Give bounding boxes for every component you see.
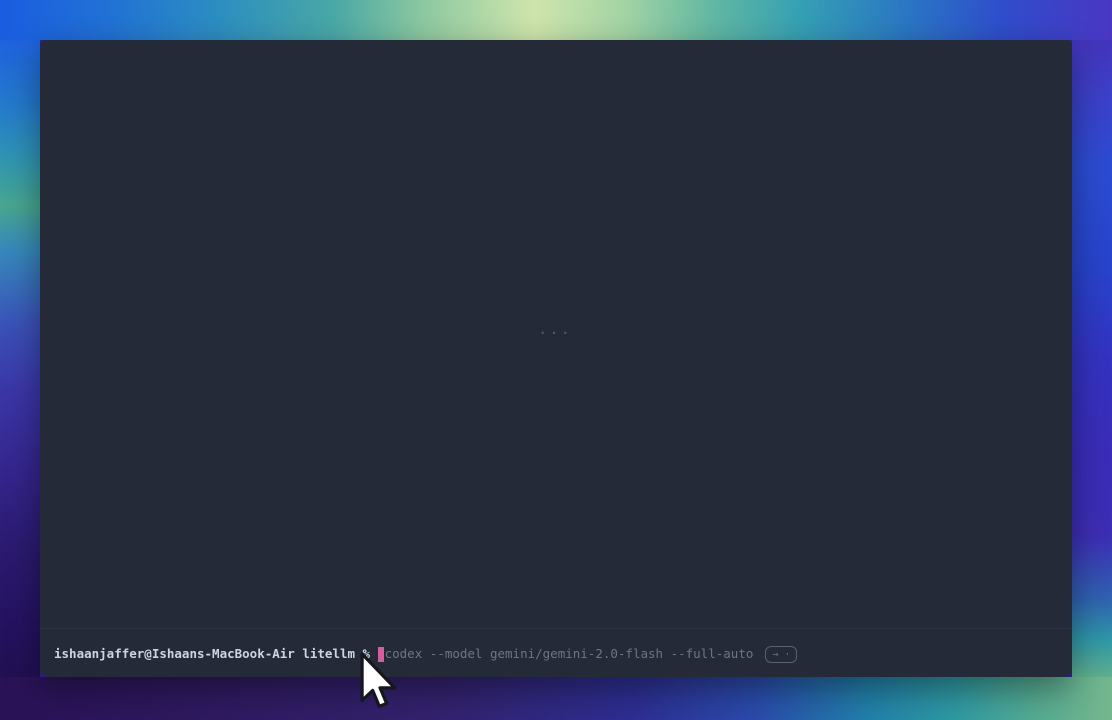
shell-prompt: ishaanjaffer@Ishaans-MacBook-Air litellm… xyxy=(54,646,378,662)
terminal-window[interactable]: ... ishaanjaffer@Ishaans-MacBook-Air lit… xyxy=(40,40,1072,677)
wallpaper-bottom-band xyxy=(0,677,1112,720)
wallpaper-top-band xyxy=(0,0,1112,40)
desktop: ... ishaanjaffer@Ishaans-MacBook-Air lit… xyxy=(0,0,1112,720)
accept-suggestion-hint-badge: → · xyxy=(765,646,797,663)
autosuggestion-text: codex --model gemini/gemini-2.0-flash --… xyxy=(385,646,754,662)
command-prompt-line[interactable]: ishaanjaffer@Ishaans-MacBook-Air litellm… xyxy=(54,645,1062,663)
wallpaper-left-band xyxy=(0,40,40,677)
terminal-loading-ellipsis: ... xyxy=(40,323,1072,337)
terminal-pane-divider xyxy=(40,628,1072,629)
wallpaper-right-band xyxy=(1072,40,1112,677)
text-caret xyxy=(378,647,384,662)
